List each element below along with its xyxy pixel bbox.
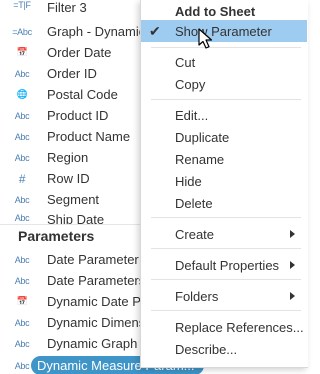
mouse-pointer-icon	[198, 28, 213, 49]
string-icon: Abc	[14, 152, 30, 163]
submenu-arrow-icon	[290, 292, 295, 300]
menu-hide[interactable]: Hide	[141, 170, 307, 192]
parameter-dynamic-date[interactable]: 📅 Dynamic Date Pa	[0, 291, 150, 312]
field-filter-3[interactable]: =T|F Filter 3	[0, 0, 150, 12]
field-label: Segment	[47, 192, 100, 207]
string-icon: Abc	[14, 213, 30, 223]
menu-label: Delete	[175, 195, 213, 211]
menu-cut[interactable]: Cut	[141, 51, 307, 73]
menu-separator	[151, 310, 301, 311]
parameters-heading: Parameters	[18, 228, 95, 244]
menu-label: Describe...	[175, 341, 238, 357]
field-graph-dynamic[interactable]: =Abc Graph - Dynamic	[0, 21, 150, 42]
field-region[interactable]: Abc Region	[0, 147, 150, 168]
parameter-dynamic-dimension[interactable]: Abc Dynamic Dimens	[0, 312, 150, 333]
menu-label: Show Parameter	[175, 23, 272, 39]
field-label: Region	[47, 150, 89, 165]
string-icon: Abc	[14, 68, 30, 79]
menu-label: Cut	[175, 54, 196, 70]
submenu-arrow-icon	[290, 230, 295, 238]
field-label: Ship Date	[47, 212, 105, 224]
menu-label: Edit...	[175, 107, 209, 123]
parameter-label: Dynamic Graph F	[47, 336, 149, 351]
parameter-label: Dynamic Date Pa	[47, 294, 149, 309]
field-label: Filter 3	[47, 0, 87, 12]
checkmark-icon: ✔	[149, 23, 161, 39]
field-label: Product ID	[47, 108, 109, 123]
menu-label: Rename	[175, 151, 225, 167]
field-ship-date[interactable]: Abc Ship Date	[0, 210, 150, 224]
context-menu: Add to Sheet ✔ Show Parameter Cut Copy E…	[140, 0, 308, 368]
number-icon: #	[18, 171, 26, 186]
parameter-label: Date Parameter	[47, 252, 139, 267]
menu-label: Copy	[175, 76, 206, 92]
menu-duplicate[interactable]: Duplicate	[141, 126, 307, 148]
string-icon: Abc	[14, 194, 30, 205]
data-pane: =T|F Filter 3 =Abc Graph - Dynamic 📅 Ord…	[0, 0, 308, 374]
field-product-id[interactable]: Abc Product ID	[0, 105, 150, 126]
parameter-label: Date Parameters	[47, 273, 146, 288]
string-icon: Abc	[14, 317, 30, 328]
menu-copy[interactable]: Copy	[141, 73, 307, 95]
field-order-id[interactable]: Abc Order ID	[0, 63, 150, 84]
menu-folders[interactable]: Folders	[141, 285, 307, 307]
menu-label: Folders	[175, 288, 219, 304]
menu-label: Default Properties	[175, 257, 280, 273]
section-divider	[0, 224, 150, 225]
string-icon: Abc	[14, 131, 30, 142]
geographic-icon: 🌐	[16, 89, 28, 99]
field-postal-code[interactable]: 🌐 Postal Code	[0, 84, 150, 105]
field-label: Product Name	[47, 129, 131, 144]
menu-label: Hide	[175, 173, 202, 189]
string-icon: Abc	[14, 254, 30, 265]
field-label: Order ID	[47, 66, 97, 81]
string-calc-icon: =Abc	[12, 26, 32, 37]
field-label: Order Date	[47, 45, 112, 60]
menu-separator	[151, 279, 301, 280]
menu-separator	[151, 217, 301, 218]
field-row-id[interactable]: # Row ID	[0, 168, 150, 189]
field-label: Row ID	[47, 171, 90, 186]
field-order-date[interactable]: 📅 Order Date	[0, 42, 150, 63]
field-segment[interactable]: Abc Segment	[0, 189, 150, 210]
menu-delete[interactable]: Delete	[141, 192, 307, 214]
field-label: Graph - Dynamic	[47, 24, 146, 39]
field-label: Postal Code	[47, 87, 118, 102]
field-product-name[interactable]: Abc Product Name	[0, 126, 150, 147]
submenu-arrow-icon	[290, 261, 295, 269]
menu-edit[interactable]: Edit...	[141, 104, 307, 126]
menu-label: Replace References...	[175, 319, 304, 335]
menu-describe[interactable]: Describe...	[141, 338, 307, 360]
menu-show-parameter[interactable]: ✔ Show Parameter	[141, 20, 307, 42]
menu-rename[interactable]: Rename	[141, 148, 307, 170]
parameter-dynamic-graph[interactable]: Abc Dynamic Graph F	[0, 333, 150, 354]
string-icon: Abc	[14, 110, 30, 121]
menu-label: Create	[175, 226, 215, 242]
parameter-label: Dynamic Dimens	[47, 315, 146, 330]
parameter-date-parameter[interactable]: Abc Date Parameter	[0, 249, 150, 270]
date-icon: 📅	[16, 47, 28, 57]
menu-replace-references[interactable]: Replace References...	[141, 316, 307, 338]
menu-add-to-sheet[interactable]: Add to Sheet	[141, 0, 307, 22]
string-icon: Abc	[14, 338, 30, 349]
boolean-calc-icon: =T|F	[13, 0, 31, 10]
string-icon: Abc	[14, 275, 30, 286]
menu-separator	[151, 248, 301, 249]
menu-separator	[151, 99, 301, 100]
menu-separator	[151, 47, 301, 48]
parameter-date-parameters[interactable]: Abc Date Parameters	[0, 270, 150, 291]
date-icon: 📅	[16, 296, 28, 306]
menu-create[interactable]: Create	[141, 223, 307, 245]
menu-label: Add to Sheet	[175, 3, 256, 19]
menu-label: Duplicate	[175, 129, 230, 145]
menu-default-properties[interactable]: Default Properties	[141, 254, 307, 276]
